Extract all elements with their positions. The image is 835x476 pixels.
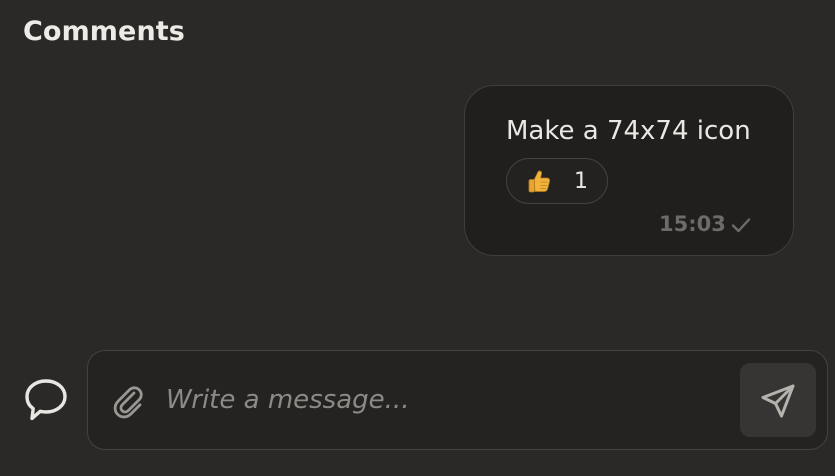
paperclip-icon[interactable] bbox=[108, 381, 148, 421]
check-icon bbox=[731, 218, 751, 233]
send-icon bbox=[761, 384, 795, 418]
thumbs-up-icon bbox=[528, 170, 551, 193]
comments-title: Comments bbox=[23, 16, 185, 47]
reaction-count: 1 bbox=[574, 169, 588, 194]
message-text: Make a 74x74 icon bbox=[506, 116, 751, 146]
reaction-thumbs-up[interactable]: 1 bbox=[506, 158, 608, 204]
comment-icon bbox=[25, 379, 67, 421]
send-button[interactable] bbox=[740, 363, 816, 437]
message-input[interactable] bbox=[166, 377, 726, 423]
message-bubble: Make a 74x74 icon 1 15:03 bbox=[464, 85, 794, 256]
message-composer bbox=[87, 350, 828, 450]
message-time: 15:03 bbox=[659, 212, 726, 236]
